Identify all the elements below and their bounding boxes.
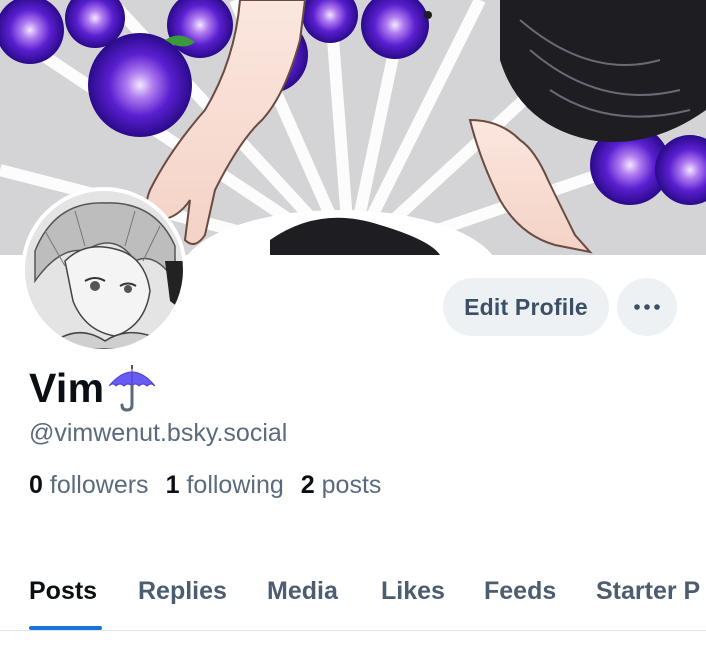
following-count: 1	[165, 471, 180, 499]
followers-stat[interactable]: 0 followers	[29, 471, 149, 500]
edit-profile-button[interactable]: Edit Profile	[443, 278, 609, 336]
posts-stat: 2 posts	[301, 471, 382, 500]
profile-name-row: Vim	[29, 362, 158, 414]
umbrella-icon	[108, 365, 156, 412]
tab-replies[interactable]: Replies	[138, 577, 227, 606]
tab-likes[interactable]: Likes	[381, 577, 445, 606]
profile-stats: 0 followers 1 following 2 posts	[29, 471, 398, 500]
display-name: Vim	[29, 364, 105, 411]
tab-feeds[interactable]: Feeds	[484, 577, 556, 606]
posts-count: 2	[300, 471, 315, 499]
following-stat[interactable]: 1 following	[166, 471, 284, 500]
profile-handle[interactable]: @vimwenut.bsky.social	[29, 419, 287, 448]
tab-media[interactable]: Media	[267, 577, 338, 606]
profile-tabs: Posts Replies Media Likes Feeds Starter …	[0, 565, 706, 631]
followers-label: followers	[49, 471, 149, 499]
ellipsis-icon	[634, 304, 660, 310]
tab-posts[interactable]: Posts	[29, 577, 97, 606]
more-options-button[interactable]	[617, 278, 677, 336]
tab-starter-packs[interactable]: Starter P	[596, 577, 700, 606]
followers-count: 0	[29, 471, 43, 499]
posts-label: posts	[321, 471, 382, 499]
avatar[interactable]	[21, 187, 187, 353]
active-tab-indicator	[29, 626, 102, 630]
following-label: following	[186, 471, 284, 499]
